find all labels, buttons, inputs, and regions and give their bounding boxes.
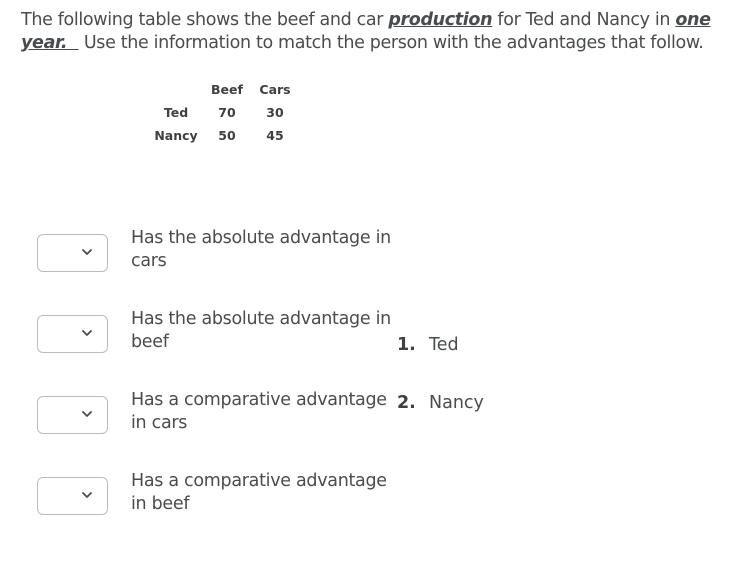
cars-value: 45 [266,128,284,143]
match-select[interactable] [37,477,108,515]
production-table: Beef Cars Ted 70 30 Nancy 50 45 [148,78,300,147]
table-header-cars: Cars [259,82,291,97]
prompt-text-3: Use the information to match the person … [83,33,704,53]
table-header-blank [148,78,204,101]
table-row: Nancy 50 45 [148,124,300,147]
table-header-beef: Beef [211,82,243,97]
prompt-text-2: for Ted and Nancy in [492,10,676,30]
match-select[interactable] [37,396,108,434]
chevron-down-icon [82,411,92,417]
chevron-down-icon [82,249,92,255]
table-row: Ted 70 30 [148,101,300,124]
choice-label: Nancy [429,393,484,413]
match-label: Has the absolute advantage in cars [131,228,391,271]
choice-number: 2. [397,393,416,413]
row-name: Nancy [154,128,198,143]
beef-value: 50 [218,128,236,143]
choice-label: Ted [429,335,459,355]
prompt-text-1: The following table shows the beef and c… [21,10,389,30]
match-select[interactable] [37,234,108,272]
cars-value: 30 [266,105,284,120]
row-name: Ted [163,105,189,120]
match-label: Has the absolute advantage in beef [131,309,391,352]
question-prompt: The following table shows the beef and c… [21,9,721,55]
choice-number: 1. [397,335,416,355]
chevron-down-icon [82,492,92,498]
match-label: Has a comparative advantage in cars [131,390,387,433]
table-header-row: Beef Cars [148,78,300,101]
match-label: Has a comparative advantage in beef [131,471,387,514]
choice-item: 2. Nancy [397,393,484,413]
match-select[interactable] [37,315,108,353]
beef-value: 70 [218,105,236,120]
chevron-down-icon [82,330,92,336]
emphasis-production: production [388,10,493,30]
choice-item: 1. Ted [397,335,459,355]
emphasis-gap [67,33,79,53]
